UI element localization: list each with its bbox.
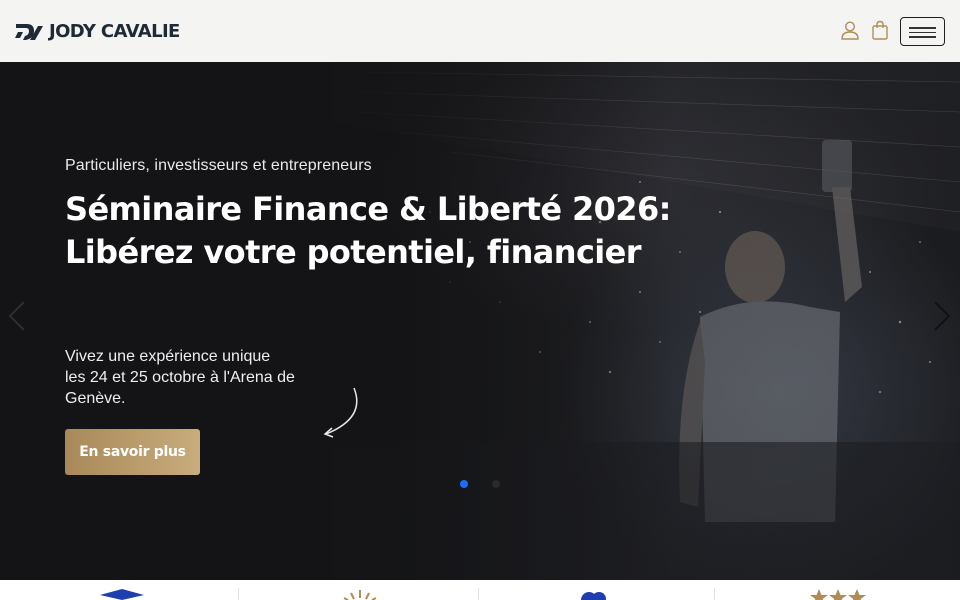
- divider: [714, 588, 715, 600]
- hamburger-line: [909, 36, 936, 38]
- divider: [478, 588, 479, 600]
- chevron-left-icon[interactable]: [6, 300, 28, 332]
- cart-icon[interactable]: [871, 20, 889, 40]
- hero-description: Vivez une expérience unique les 24 et 25…: [65, 348, 295, 407]
- hero-background-image: [0, 62, 960, 580]
- user-icon[interactable]: [840, 20, 860, 40]
- logo-text: JODY CAVALIE: [49, 21, 180, 42]
- chevron-right-icon[interactable]: [931, 300, 953, 332]
- stars-icon: [810, 589, 866, 600]
- hero-banner: Particuliers, investisseurs et entrepren…: [0, 62, 960, 580]
- menu-button[interactable]: [900, 17, 945, 46]
- hero-title: Séminaire Finance & Liberté 2026: Libére…: [65, 190, 671, 271]
- hamburger-line: [909, 31, 936, 33]
- carousel-dot-2[interactable]: [492, 480, 500, 488]
- hamburger-menu-icon: [909, 27, 936, 29]
- graduation-cap-icon: [100, 589, 144, 600]
- hero-eyebrow: Particuliers, investisseurs et entrepren…: [65, 157, 372, 174]
- sunburst-icon: [343, 590, 377, 600]
- features-strip: [0, 580, 960, 600]
- learn-more-button[interactable]: En savoir plus: [65, 429, 200, 475]
- carousel-dot-1[interactable]: [460, 480, 468, 488]
- blue-shape-icon: [581, 592, 606, 600]
- curved-arrow-icon: [323, 387, 358, 438]
- site-header: JODY CAVALIE: [0, 0, 960, 62]
- divider: [238, 588, 239, 600]
- logo[interactable]: JODY CAVALIE: [14, 20, 180, 44]
- logo-mark-icon: [15, 24, 43, 40]
